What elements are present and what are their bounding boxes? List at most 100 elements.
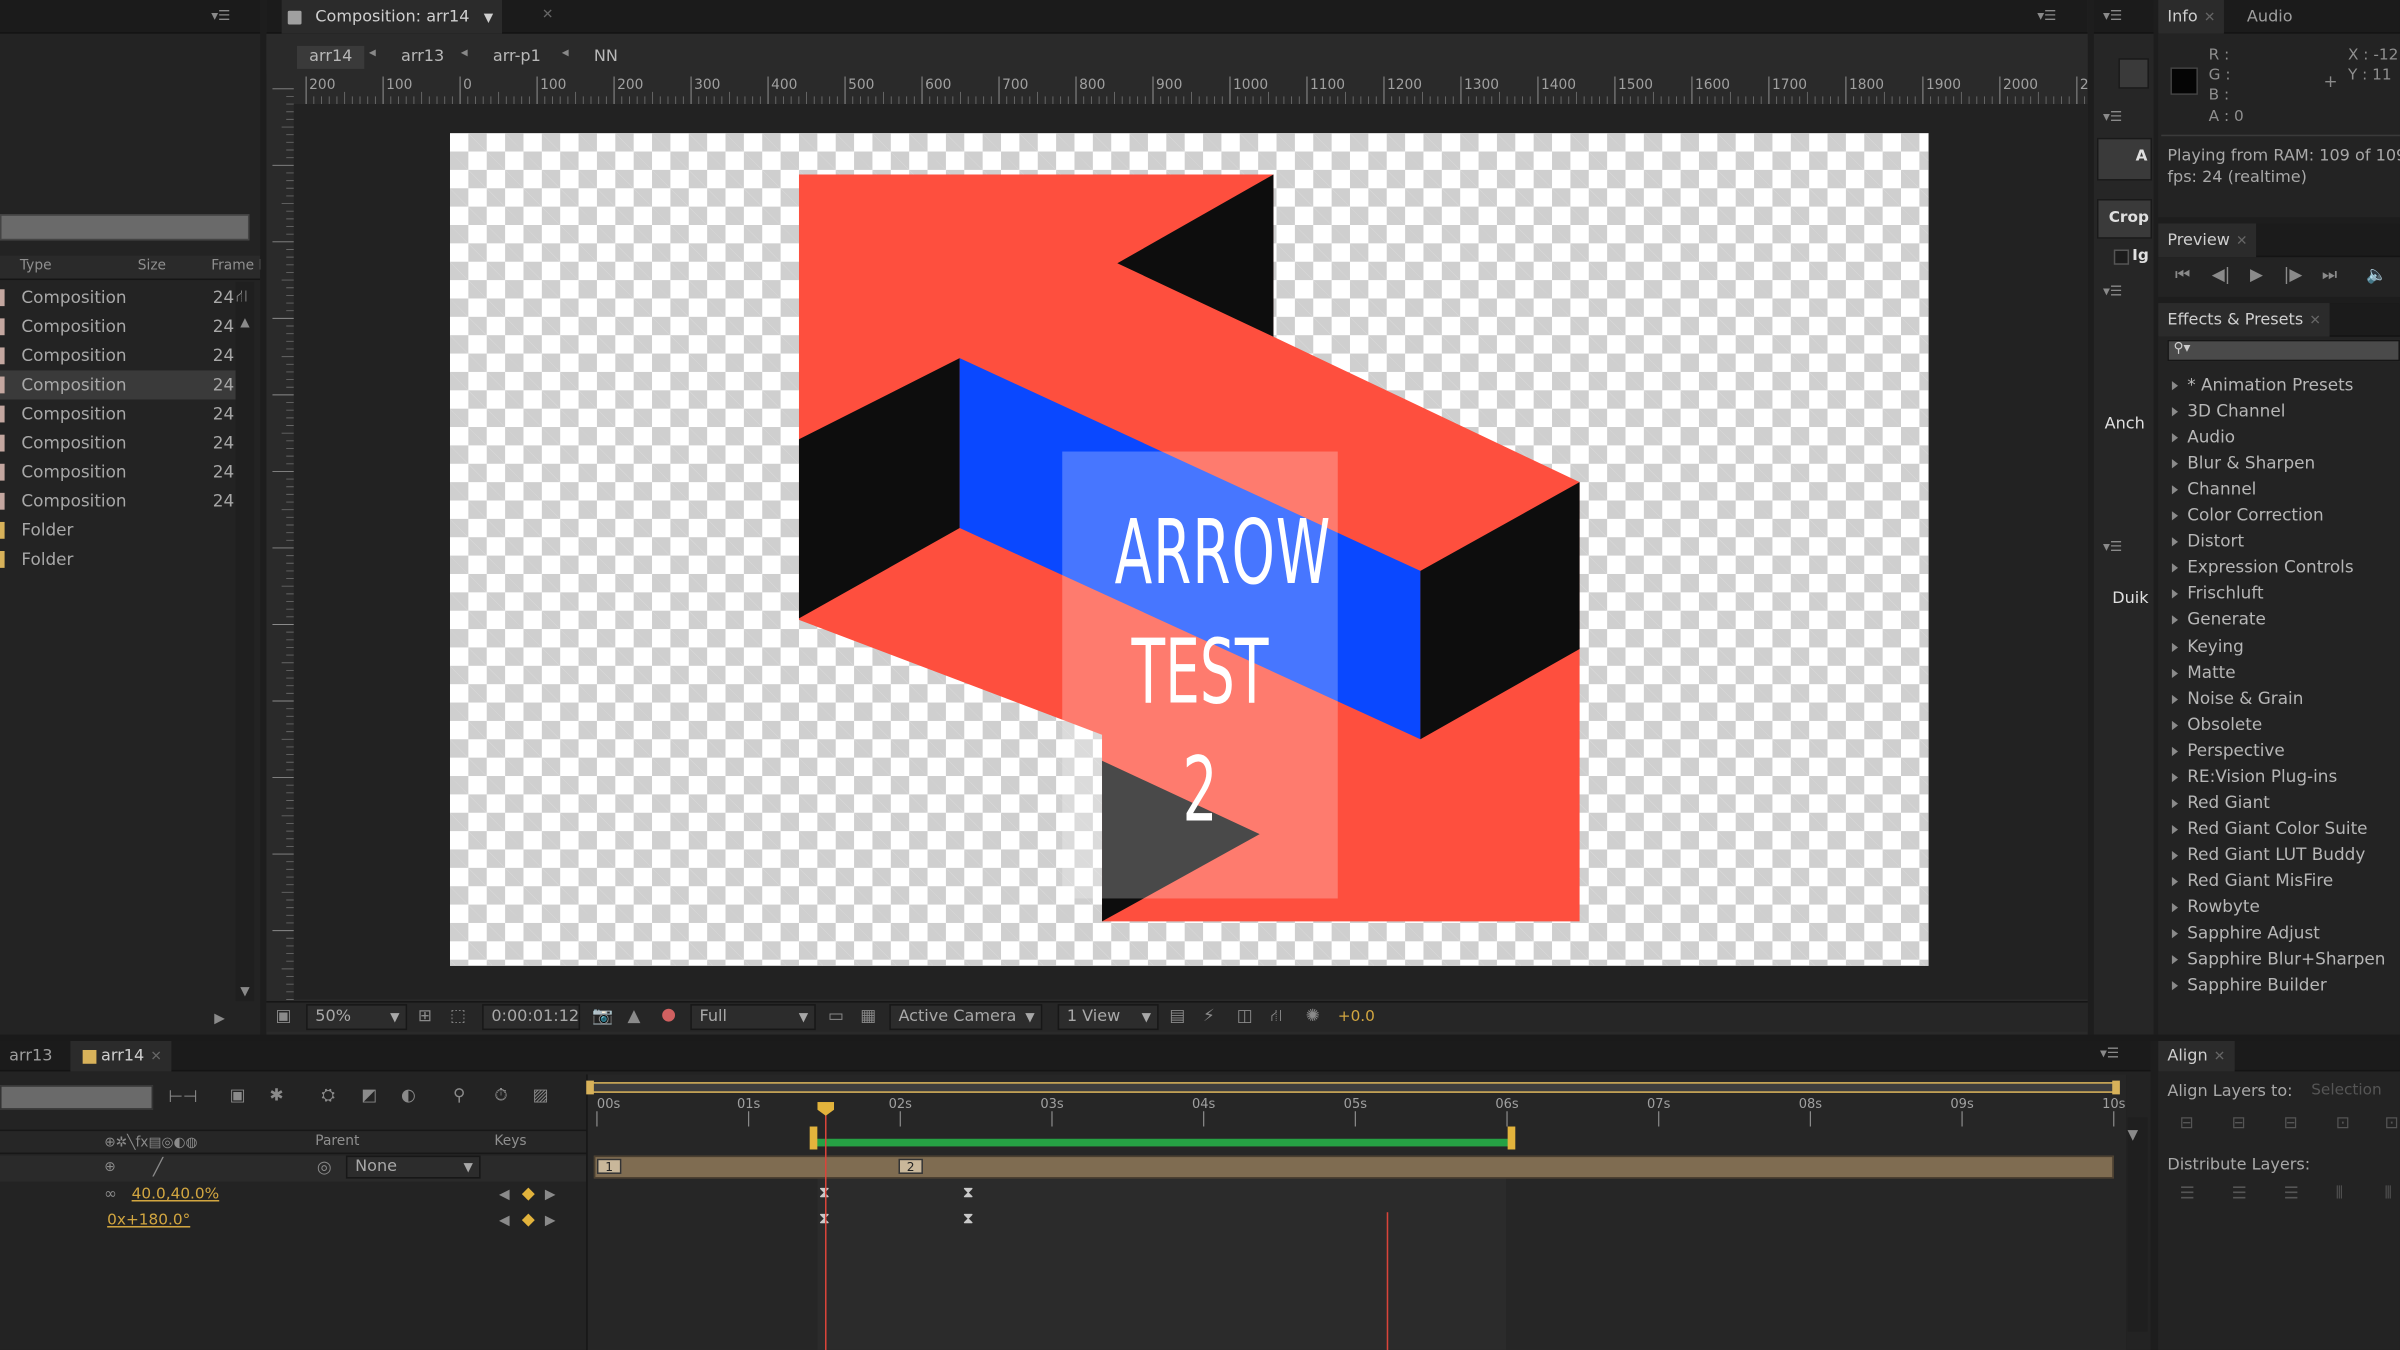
effect-category[interactable]: Rowbyte [2164, 894, 2260, 920]
distribute-vcenter-icon[interactable]: ☰ [2232, 1184, 2247, 1203]
marker-2[interactable]: 2 [898, 1158, 923, 1174]
effect-category[interactable]: Sapphire Blur+Sharpen [2164, 946, 2385, 972]
layer-row[interactable]: ⊕ ╱ ◎ None ▼ [0, 1155, 587, 1182]
timeline-scrollbar[interactable] [2127, 1117, 2148, 1332]
label-color-chip[interactable] [0, 521, 5, 539]
timeline-search-input[interactable] [0, 1085, 154, 1110]
first-frame-icon[interactable]: ⏮ [2175, 266, 2190, 284]
timeline-icon[interactable]: ◫ [1237, 1006, 1253, 1025]
distribute-bottom-icon[interactable]: ☰ [2284, 1184, 2299, 1203]
play-icon[interactable]: ▶ [2250, 266, 2263, 284]
keyframe-diamond-icon[interactable]: ◆ [522, 1184, 535, 1203]
color-channels-icon[interactable]: ● [661, 1005, 676, 1024]
project-item[interactable]: Composition 24 [0, 429, 236, 458]
project-search-field[interactable] [0, 214, 250, 241]
previous-frame-icon[interactable]: ◀| [2212, 266, 2231, 284]
expand-triangle-icon[interactable] [2171, 746, 2179, 756]
effect-category[interactable]: Red Giant Color Suite [2164, 816, 2368, 842]
expand-triangle-icon[interactable] [2171, 433, 2179, 443]
strip-button-1[interactable] [2118, 58, 2149, 89]
expand-triangle-icon[interactable] [2171, 694, 2179, 704]
marker-1[interactable]: 1 [596, 1158, 622, 1174]
project-item[interactable]: Folder [0, 516, 236, 545]
tab-arr13[interactable]: arr13 [0, 1041, 62, 1072]
expand-triangle-icon[interactable] [2171, 824, 2179, 834]
project-item[interactable]: Composition 24 [0, 399, 236, 428]
align-to-dropdown[interactable]: Selection [2311, 1082, 2382, 1099]
effect-category[interactable]: Noise & Grain [2164, 685, 2303, 711]
effect-category[interactable]: Color Correction [2164, 502, 2324, 528]
pen-icon[interactable]: ╱ [153, 1158, 163, 1177]
tab-effects-presets[interactable]: Effects & Presets ✕ [2158, 303, 2331, 337]
exposure-value[interactable]: +0.0 [1338, 1009, 1375, 1026]
last-frame-icon[interactable]: ⏭ [2322, 266, 2337, 284]
project-item[interactable]: Composition 24 [0, 283, 236, 312]
effect-category[interactable]: Red Giant LUT Buddy [2164, 842, 2365, 868]
close-icon[interactable]: ✕ [2214, 1050, 2226, 1065]
label-color-chip[interactable] [0, 318, 5, 336]
region-of-interest-icon[interactable]: ▭ [828, 1006, 844, 1025]
expand-triangle-icon[interactable] [2171, 589, 2179, 600]
distribute-top-icon[interactable]: ☰ [2180, 1184, 2195, 1203]
prev-keyframe-icon[interactable]: ◀ [499, 1186, 510, 1204]
effect-category[interactable]: * Animation Presets [2164, 372, 2353, 398]
flowchart-icon[interactable]: ⛙ [236, 287, 248, 306]
breadcrumb-item[interactable]: NN [582, 46, 631, 69]
breadcrumb-item[interactable]: arr13 [389, 46, 457, 69]
strip-checkbox[interactable] [2113, 249, 2130, 265]
audio-icon[interactable]: 🔈 [2366, 266, 2387, 284]
effect-category[interactable]: Sapphire Adjust [2164, 920, 2320, 946]
camera-snapshot-icon[interactable]: 📷 [592, 1006, 613, 1025]
show-snapshot-icon[interactable]: ▲ [628, 1006, 641, 1025]
scroll-down-icon[interactable]: ▼ [240, 983, 249, 1001]
keyframe-diamond-icon[interactable]: ◆ [522, 1210, 535, 1229]
expand-triangle-icon[interactable] [2171, 903, 2179, 913]
align-vcenter-icon[interactable]: ⊡ [2385, 1114, 2399, 1132]
label-color-chip[interactable] [0, 405, 5, 423]
strip-button-crop[interactable]: Crop [2096, 198, 2153, 239]
project-item[interactable]: Composition 24 [0, 458, 236, 487]
parent-dropdown[interactable]: None ▼ [345, 1155, 481, 1179]
distribute-left-icon[interactable]: ⫴ [2336, 1184, 2343, 1203]
close-icon[interactable]: ✕ [542, 8, 554, 23]
live-update-icon[interactable]: ▨ [533, 1086, 549, 1105]
work-area-end-handle[interactable] [1507, 1126, 1516, 1150]
draft-3d-icon[interactable]: ▣ [230, 1086, 246, 1105]
work-area-start-handle[interactable] [809, 1126, 818, 1150]
zoom-dropdown[interactable]: 50% ▼ [306, 1004, 408, 1031]
breadcrumb-item[interactable]: arr-p1 [481, 46, 553, 69]
effect-category[interactable]: Red Giant MisFire [2164, 868, 2333, 894]
breadcrumb-item[interactable]: arr14 [296, 45, 365, 69]
effect-category[interactable]: Sapphire Builder [2164, 972, 2327, 998]
exposure-icon[interactable]: ✺ [1306, 1006, 1320, 1025]
effect-category[interactable]: Blur & Sharpen [2164, 450, 2315, 476]
align-top-icon[interactable]: ⊡ [2336, 1114, 2350, 1132]
expand-triangle-icon[interactable] [2171, 563, 2179, 573]
project-item[interactable]: Composition 24 [0, 370, 236, 400]
expand-triangle-icon[interactable] [2171, 642, 2179, 652]
expand-triangle-icon[interactable] [2171, 537, 2179, 547]
frame-blending-icon[interactable]: ⛭ [321, 1086, 334, 1105]
close-icon[interactable]: ✕ [2204, 11, 2216, 26]
link-icon[interactable]: ∞ [104, 1186, 117, 1204]
panel-menu-icon[interactable]: ▾☰ [211, 9, 230, 24]
tab-info[interactable]: Info ✕ [2158, 0, 2225, 34]
effect-category[interactable]: Perspective [2164, 737, 2285, 763]
label-color-chip[interactable] [0, 434, 5, 452]
align-right-icon[interactable]: ⊟ [2284, 1114, 2298, 1132]
expand-triangle-icon[interactable] [2171, 668, 2179, 678]
effect-category[interactable]: Frischluft [2164, 581, 2264, 607]
label-color-chip[interactable] [0, 463, 5, 481]
expand-triangle-icon[interactable] [2171, 381, 2179, 391]
expand-triangle-icon[interactable] [2171, 772, 2179, 782]
label-color-chip[interactable] [0, 289, 5, 307]
tab-composition[interactable]: Composition: arr14 ▼ [281, 0, 503, 34]
close-icon[interactable]: ✕ [2309, 314, 2321, 329]
next-keyframe-icon[interactable]: ▶ [545, 1212, 556, 1230]
prev-keyframe-icon[interactable]: ◀ [499, 1212, 510, 1230]
tab-align[interactable]: Align ✕ [2158, 1040, 2235, 1072]
col-type[interactable]: Type [20, 259, 52, 274]
work-area-bar[interactable] [812, 1138, 1511, 1147]
layer-duration-bar[interactable] [593, 1155, 2114, 1179]
effect-category[interactable]: Distort [2164, 529, 2244, 555]
